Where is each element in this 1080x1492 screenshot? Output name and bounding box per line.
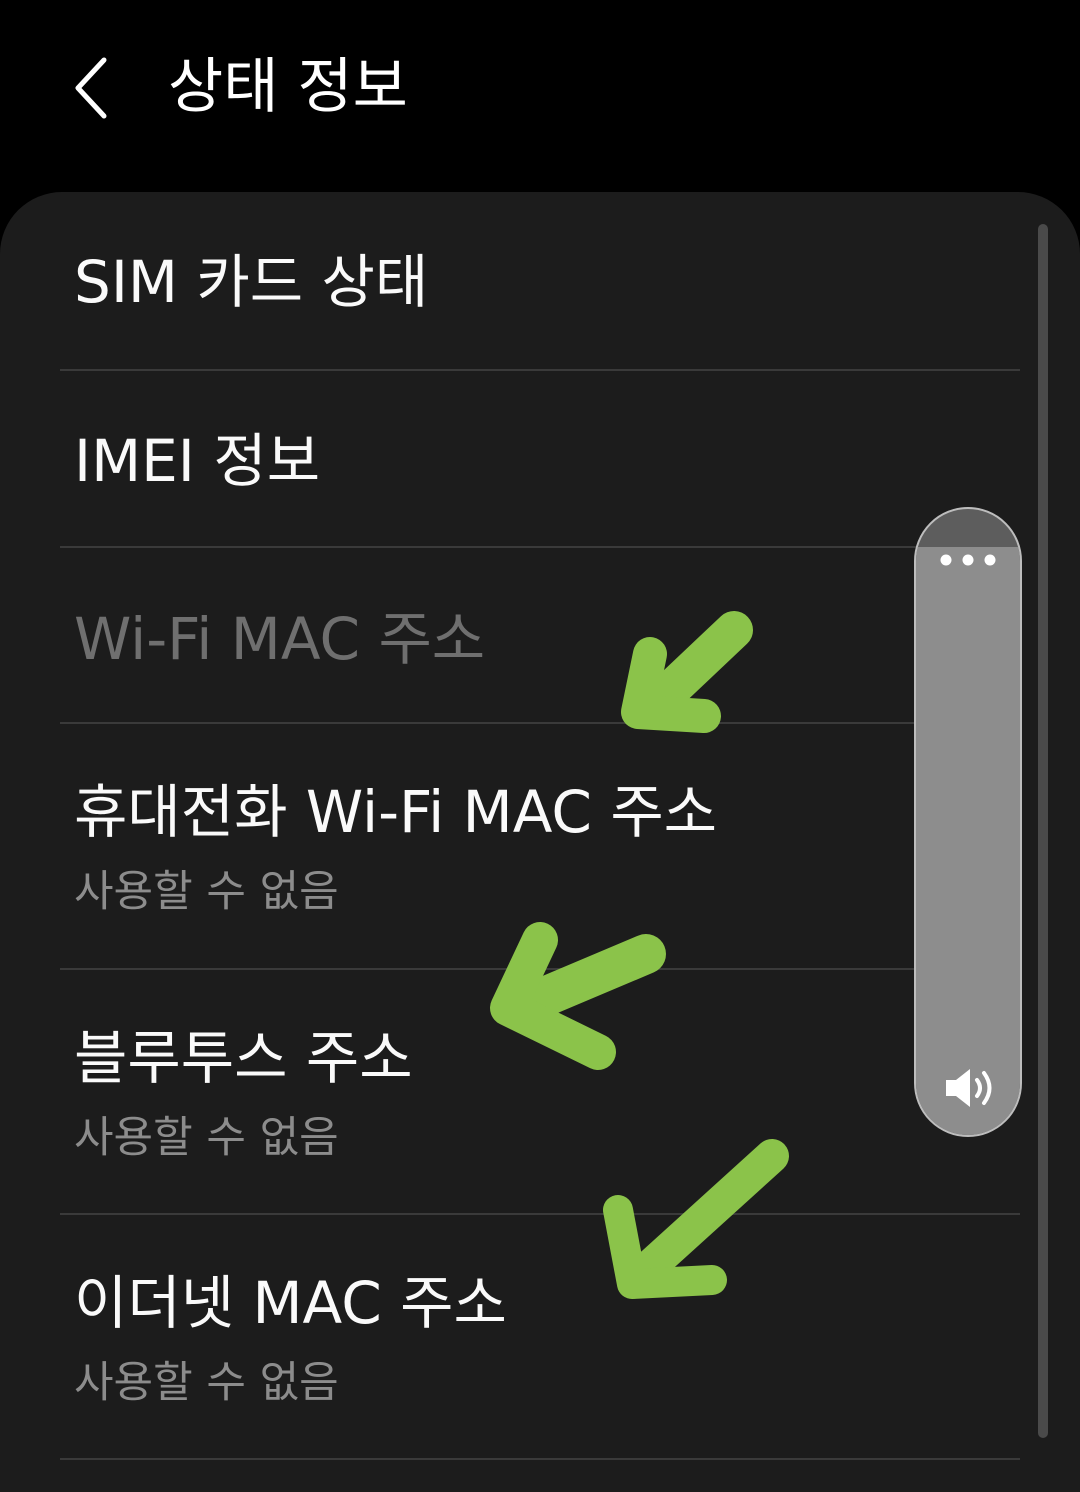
list-item-subtitle: 사용할 수 없음 (74, 867, 339, 917)
list-item-ethernet-mac[interactable]: 이더넷 MAC 주소 사용할 수 없음 (0, 1215, 1080, 1459)
page-title: 상태 정보 (168, 52, 408, 122)
list-item-title: 이더넷 MAC 주소 (74, 1269, 507, 1337)
list-item-sim-card-status[interactable]: SIM 카드 상태 (0, 192, 1080, 370)
list-item-title: Wi-Fi MAC 주소 (74, 605, 486, 673)
speaker-volume-icon[interactable] (942, 1065, 1000, 1111)
list-item-subtitle: 사용할 수 없음 (74, 1113, 339, 1163)
app-bar: 상태 정보 (0, 0, 1080, 190)
divider (60, 1458, 1020, 1460)
scrollbar[interactable] (1038, 224, 1048, 1438)
list-item-title: IMEI 정보 (74, 427, 321, 495)
volume-level-fill[interactable] (916, 547, 1020, 1135)
volume-panel[interactable] (914, 507, 1022, 1137)
chevron-left-icon (75, 57, 107, 119)
list-item-subtitle: 사용할 수 없음 (74, 1358, 339, 1408)
list-item-title: 휴대전화 Wi-Fi MAC 주소 (74, 778, 718, 846)
list-item-title: SIM 카드 상태 (74, 248, 429, 316)
more-dots-icon[interactable] (938, 547, 998, 573)
back-button[interactable] (62, 48, 132, 128)
list-item-imei[interactable]: IMEI 정보 (0, 371, 1080, 547)
list-item-title: 블루투스 주소 (74, 1024, 413, 1092)
